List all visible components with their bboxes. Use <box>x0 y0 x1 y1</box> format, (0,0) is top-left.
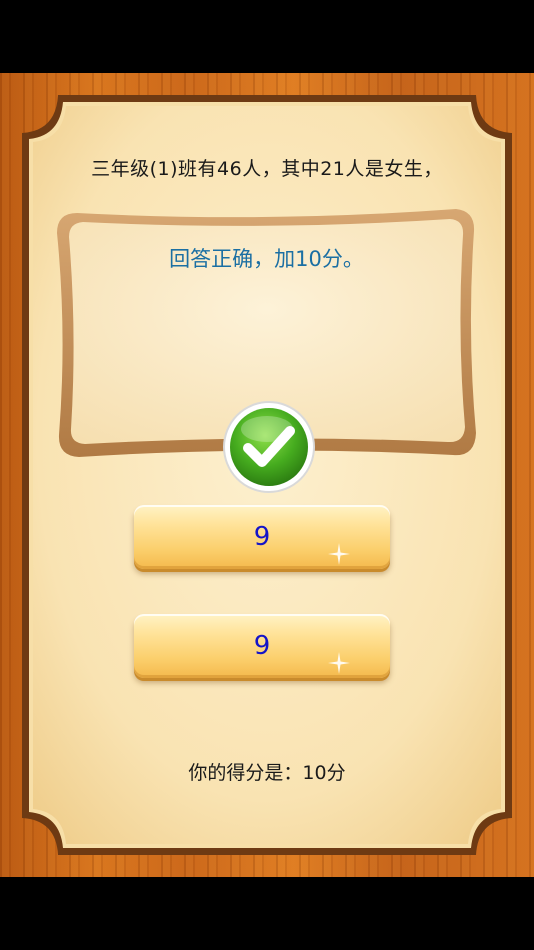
score-text: 你的得分是：10分 <box>188 762 346 784</box>
answer-option-2[interactable]: 9 <box>134 614 390 678</box>
feedback-message: 回答正确，加10分。 <box>169 247 364 271</box>
sparkle-icon <box>328 652 350 674</box>
sparkle-icon <box>328 543 350 565</box>
answer-option-1[interactable]: 9 <box>134 505 390 569</box>
answer-option-2-label: 9 <box>253 631 271 661</box>
check-icon <box>223 401 315 493</box>
question-text: 三年级(1)班有46人，其中21人是女生， <box>91 158 443 180</box>
answer-option-1-label: 9 <box>253 522 271 552</box>
